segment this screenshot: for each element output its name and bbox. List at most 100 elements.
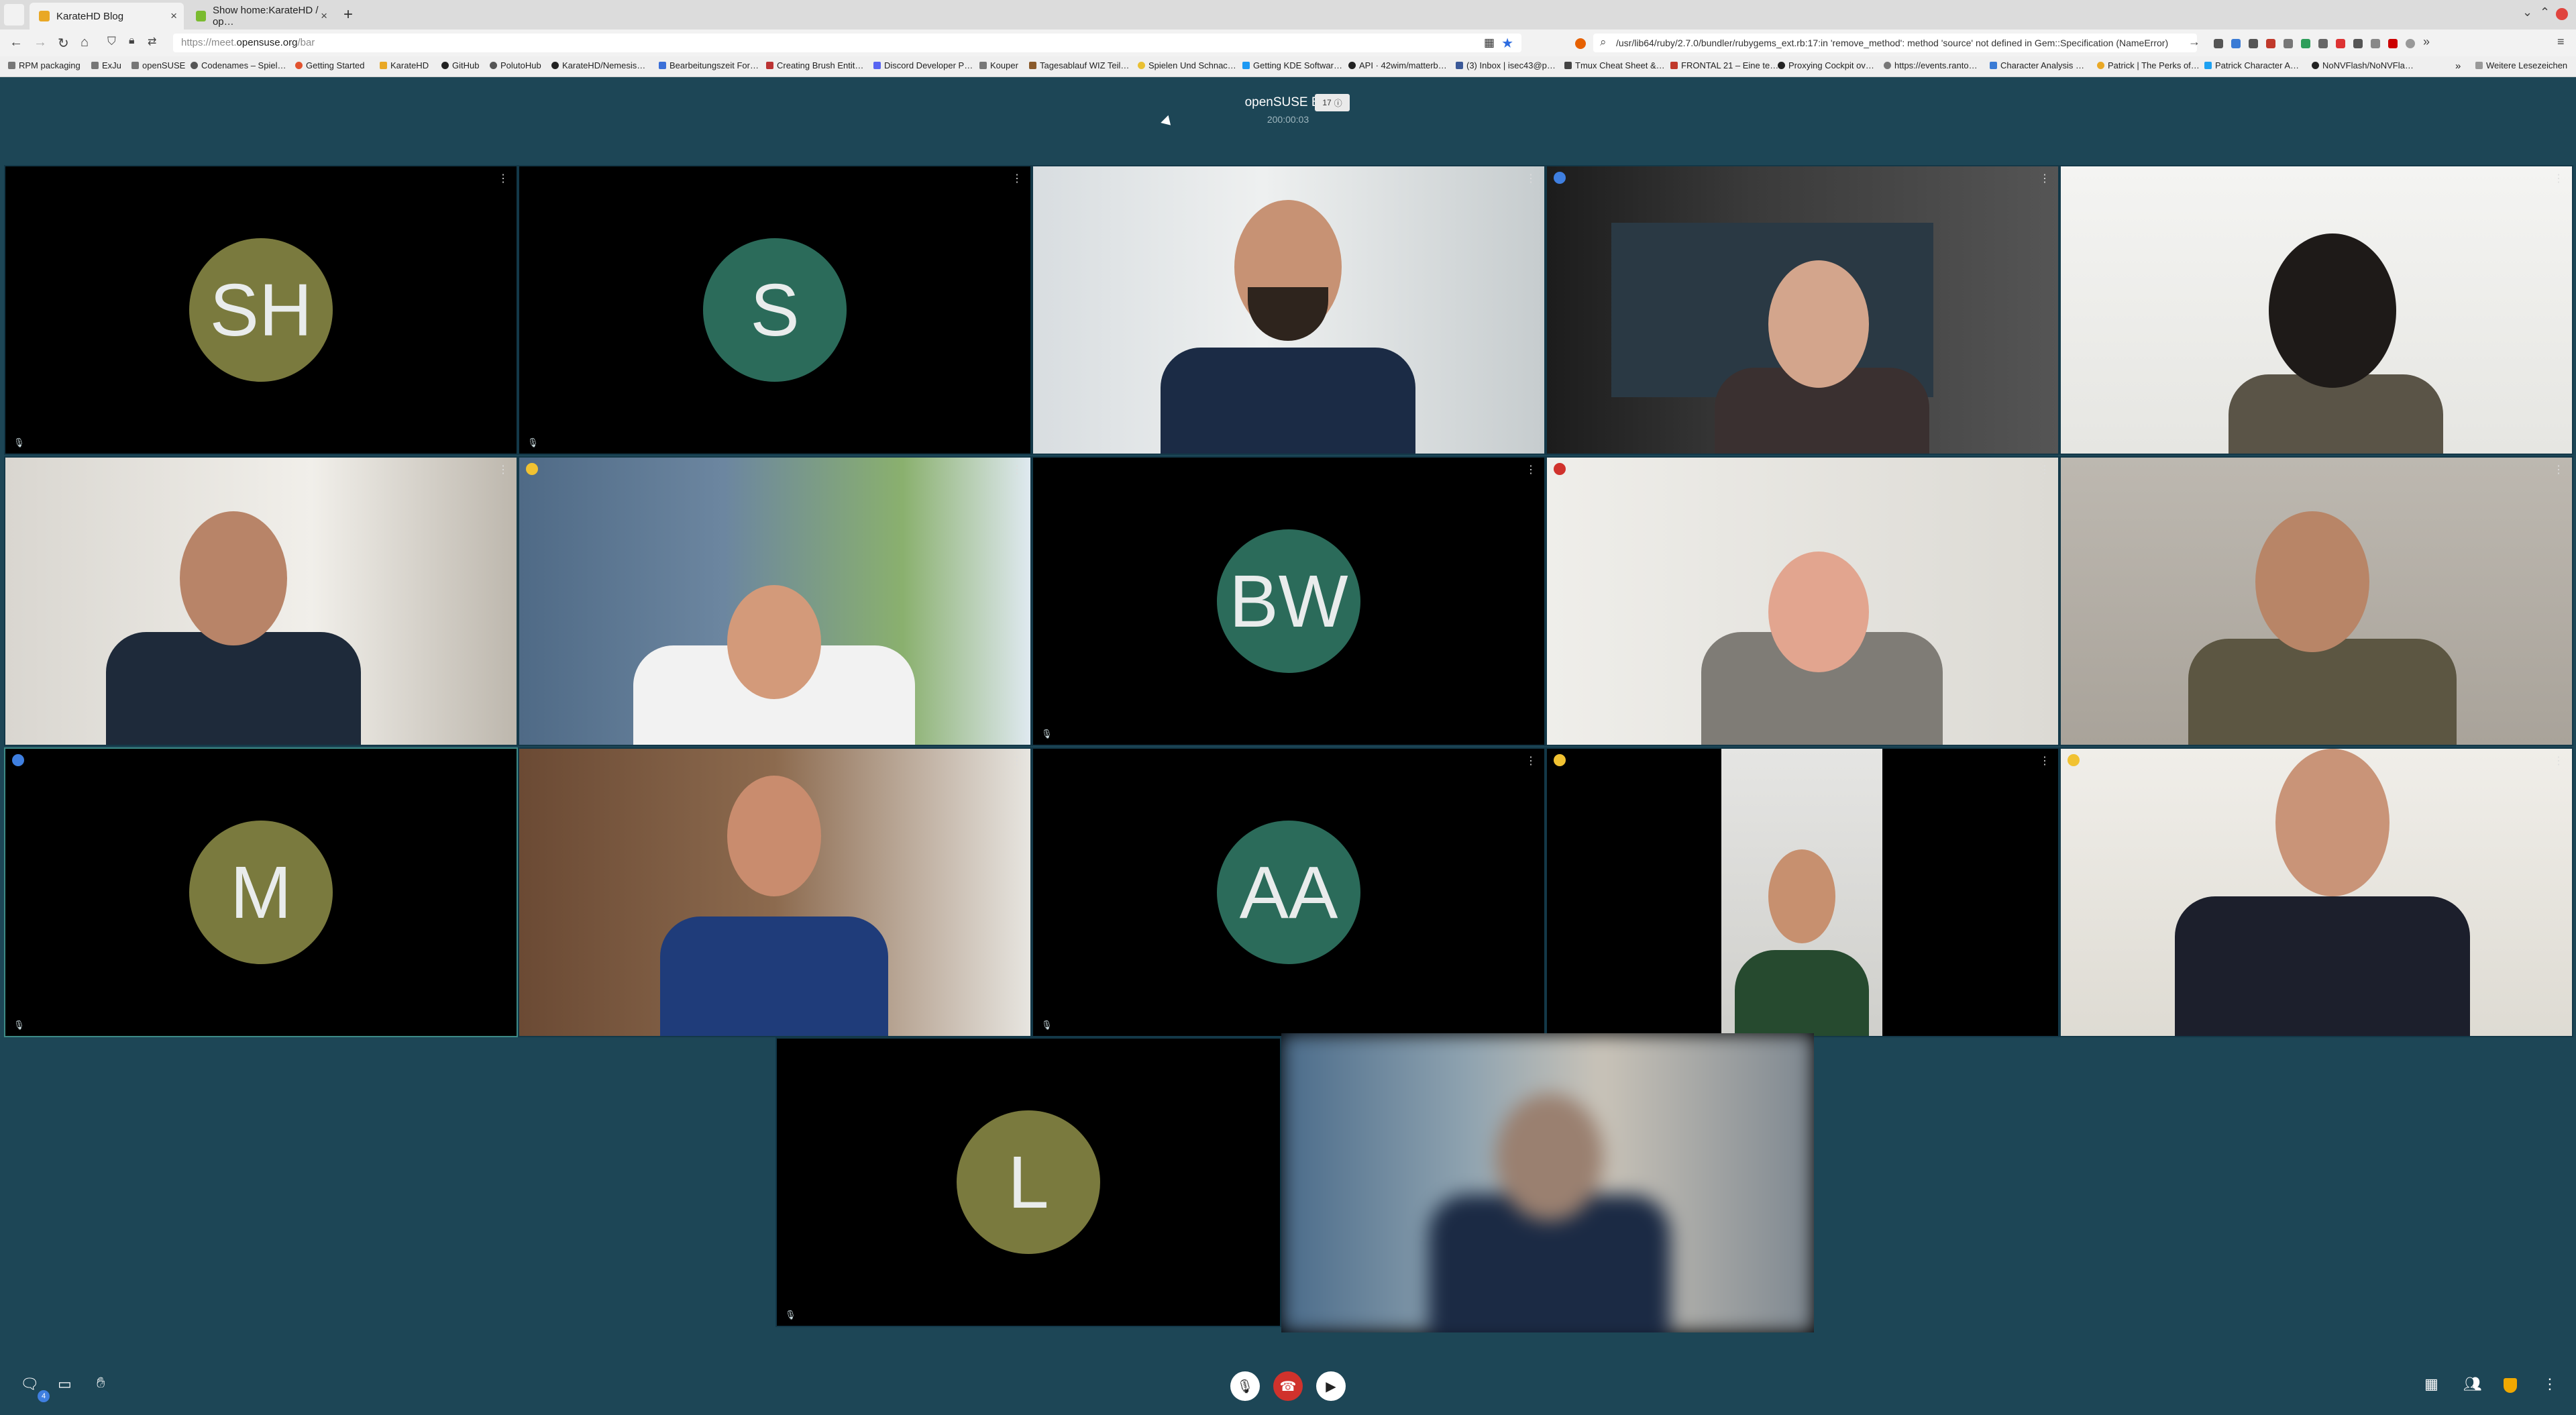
microphone-button[interactable]: 🎙︎ xyxy=(1230,1371,1260,1401)
bookmark-item[interactable]: Bearbeitungszeit For… xyxy=(659,60,759,70)
bookmark-item[interactable]: Character Analysis … xyxy=(1990,60,2084,70)
participant-video-tile[interactable]: ⋮ xyxy=(4,456,518,746)
bookmark-item[interactable]: Creating Brush Entit… xyxy=(766,60,863,70)
bookmark-item[interactable]: Tmux Cheat Sheet &… xyxy=(1564,60,1665,70)
more-options-icon[interactable]: ⋮ xyxy=(2553,754,2564,768)
home-icon[interactable]: ⌂ xyxy=(80,35,89,50)
ublock-icon[interactable] xyxy=(2266,39,2275,48)
chat-icon[interactable]: 🗨︎ xyxy=(20,1375,39,1393)
more-options-icon[interactable]: ⋮ xyxy=(1525,172,1536,185)
close-tab-icon[interactable]: × xyxy=(170,9,177,23)
more-options-icon[interactable]: ⋮ xyxy=(2553,172,2564,185)
firefox-extension-icon[interactable] xyxy=(1575,38,1586,49)
participant-tile-aa[interactable]: AA ⋮ 🎙︎ xyxy=(1032,747,1546,1037)
more-options-icon[interactable]: ⋮ xyxy=(1525,463,1536,476)
local-video-tile[interactable] xyxy=(1281,1033,1814,1332)
timer-extension-icon[interactable] xyxy=(2371,39,2380,48)
bookmark-item[interactable]: openSUSE xyxy=(131,60,185,70)
bookmark-item[interactable]: API · 42wim/matterb… xyxy=(1348,60,1447,70)
shield-icon[interactable]: ⛉ xyxy=(107,35,116,48)
tile-view-icon[interactable]: ▦ xyxy=(2424,1375,2438,1393)
minimize-icon[interactable]: ⌄ xyxy=(2522,5,2532,19)
notes-icon[interactable] xyxy=(2318,39,2328,48)
more-options-icon[interactable]: ⋮ xyxy=(498,172,508,185)
overflow-icon[interactable]: » xyxy=(2423,35,2430,49)
more-options-icon[interactable]: ⋮ xyxy=(2039,463,2050,476)
bookmark-item[interactable]: KarateHD xyxy=(380,60,429,70)
participants-icon[interactable]: 👥︎ xyxy=(2463,1375,2482,1393)
more-options-icon[interactable]: ⋮ xyxy=(1012,172,1022,185)
hamburger-menu-icon[interactable]: ≡ xyxy=(2557,35,2565,49)
maximize-icon[interactable]: ⌃ xyxy=(2540,5,2550,19)
bookmark-item[interactable]: Patrick | The Perks of… xyxy=(2097,60,2200,70)
participant-video-tile[interactable]: ⋮ xyxy=(518,747,1032,1037)
raise-hand-icon[interactable]: ✋︎ xyxy=(97,1374,105,1392)
bookmark-item[interactable]: FRONTAL 21 – Eine te… xyxy=(1670,60,1778,70)
badge-extension-icon[interactable] xyxy=(2336,39,2345,48)
screen-share-icon[interactable]: ▭ xyxy=(58,1375,72,1393)
bookmark-item[interactable]: Patrick Character A… xyxy=(2204,60,2299,70)
bookmark-item[interactable]: Tagesablauf WIZ Teil… xyxy=(1029,60,1129,70)
more-options-icon[interactable]: ⋮ xyxy=(2039,172,2050,185)
reload-icon[interactable]: ↻ xyxy=(58,35,69,52)
bookmark-star-icon[interactable]: ★ xyxy=(1501,35,1513,52)
bookmark-item[interactable]: PolutoHub xyxy=(490,60,541,70)
puzzle-extension-icon[interactable] xyxy=(2231,39,2241,48)
close-window-icon[interactable] xyxy=(2556,8,2568,20)
back-icon[interactable]: ← xyxy=(9,35,23,50)
hangup-button[interactable]: ☎︎ xyxy=(1273,1371,1303,1401)
more-options-icon[interactable]: ⋮ xyxy=(498,463,508,476)
more-options-icon[interactable]: ⋮ xyxy=(2553,463,2564,476)
tab-show-home[interactable]: Show home:KarateHD / op… × xyxy=(186,3,334,30)
red-extension-icon[interactable] xyxy=(2388,39,2398,48)
forward-icon[interactable]: → xyxy=(34,35,47,50)
participant-tile-sh[interactable]: SH ⋮ 🎙︎ xyxy=(4,165,518,455)
close-tab-icon[interactable]: × xyxy=(321,9,327,23)
bookmarks-overflow-icon[interactable]: » xyxy=(2455,60,2461,72)
bookmark-item[interactable]: ExJu xyxy=(91,60,121,70)
participant-tile-s[interactable]: S ⋮ 🎙︎ xyxy=(518,165,1032,455)
bookmark-item[interactable]: NoNVFlash/NoNVFla… xyxy=(2312,60,2414,70)
go-arrow-icon[interactable]: → xyxy=(2188,35,2200,49)
bookmark-item[interactable]: https://events.ranto… xyxy=(1884,60,1978,70)
participant-video-tile[interactable]: ⋮ xyxy=(518,456,1032,746)
permissions-icon[interactable]: ⇄ xyxy=(148,35,156,48)
participant-count-button[interactable]: 17 ⓘ xyxy=(1315,94,1350,111)
participant-video-tile[interactable]: ⋮ xyxy=(2059,747,2573,1037)
browser-menu-icon[interactable] xyxy=(4,4,24,25)
sync-icon[interactable] xyxy=(2301,39,2310,48)
participant-tile-m[interactable]: M 🎙︎ xyxy=(4,747,518,1037)
library-icon[interactable] xyxy=(2249,39,2258,48)
address-bar[interactable]: https://meet.opensuse.org/bar ★ ▦ xyxy=(173,34,1521,52)
more-options-icon[interactable]: ⋮ xyxy=(1525,754,1536,768)
participant-video-tile[interactable]: ⋮ xyxy=(1546,165,2059,455)
participant-video-tile[interactable]: ⋮ xyxy=(2059,165,2573,455)
more-actions-icon[interactable]: ⋮ xyxy=(2542,1375,2557,1393)
bookmark-item[interactable]: Proxying Cockpit ov… xyxy=(1778,60,1874,70)
reader-icon[interactable] xyxy=(2284,39,2293,48)
more-options-icon[interactable]: ⋮ xyxy=(2039,754,2050,768)
other-bookmarks[interactable]: Weitere Lesezeichen xyxy=(2475,60,2567,70)
grid-extension-icon[interactable] xyxy=(2353,39,2363,48)
search-bar[interactable]: ⌕ /usr/lib64/ruby/2.7.0/bundler/rubygems… xyxy=(1593,34,2197,52)
security-shield-icon[interactable] xyxy=(2504,1378,2517,1393)
bookmark-item[interactable]: RPM packaging xyxy=(8,60,80,70)
bookmark-item[interactable]: Getting KDE Softwar… xyxy=(1242,60,1342,70)
account-icon[interactable] xyxy=(2406,39,2415,48)
sidebar-icon[interactable] xyxy=(2214,39,2223,48)
bookmark-item[interactable]: (3) Inbox | isec43@p… xyxy=(1456,60,1556,70)
participant-video-tile[interactable]: ⋮ xyxy=(1032,165,1546,455)
bookmark-item[interactable]: Kouper xyxy=(979,60,1018,70)
more-options-icon[interactable]: ⋮ xyxy=(1012,754,1022,768)
bookmark-item[interactable]: Discord Developer P… xyxy=(873,60,973,70)
bookmark-item[interactable]: KarateHD/Nemesis… xyxy=(551,60,645,70)
participant-video-tile[interactable]: ⋮ xyxy=(1546,747,2059,1037)
participant-tile-l[interactable]: L 🎙︎ xyxy=(775,1037,1281,1327)
bookmark-item[interactable]: GitHub xyxy=(441,60,479,70)
more-options-icon[interactable]: ⋮ xyxy=(1012,463,1022,476)
participant-video-tile[interactable]: ⋮ xyxy=(1546,456,2059,746)
extensions-grid-icon[interactable]: ▦ xyxy=(1484,36,1495,50)
participant-tile-bw[interactable]: BW ⋮ 🎙︎ xyxy=(1032,456,1546,746)
camera-button[interactable]: ▶︎ xyxy=(1316,1371,1346,1401)
tab-karatehd-blog[interactable]: KarateHD Blog × xyxy=(30,3,184,30)
